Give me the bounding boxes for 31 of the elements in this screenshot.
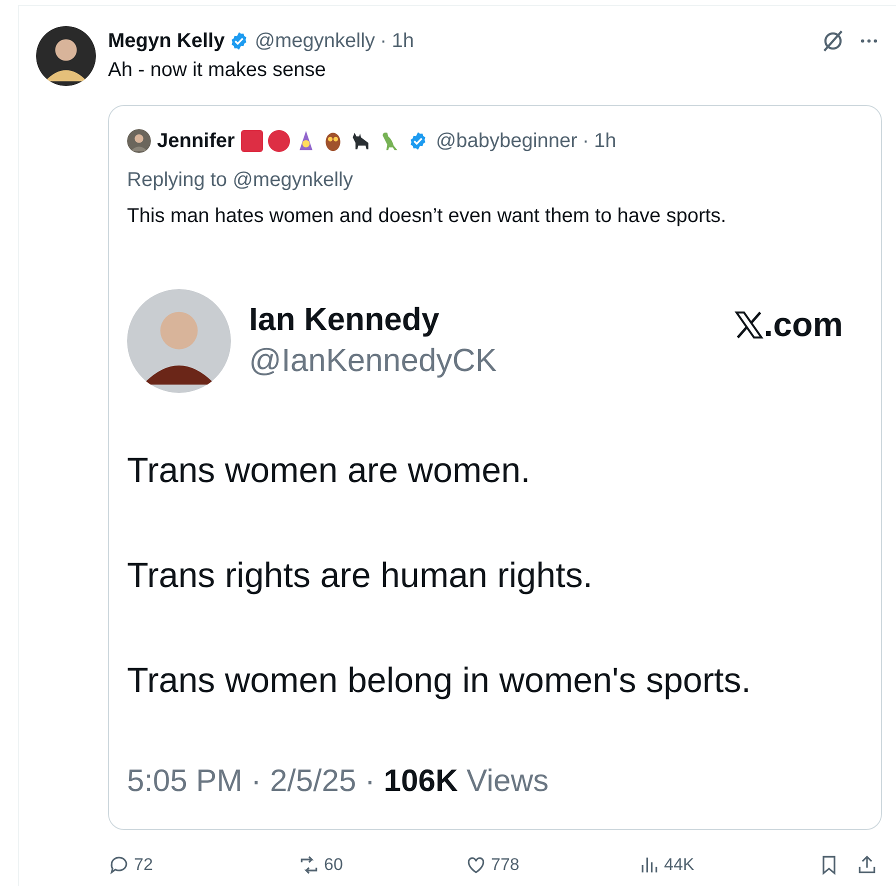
- avatar: [127, 129, 151, 153]
- quoted-post-card[interactable]: [108, 105, 882, 830]
- replying-to-text: Replying to @megynkelly: [127, 168, 354, 193]
- speech-bubble-icon: [108, 854, 130, 876]
- author-name[interactable]: Megyn Kelly: [108, 26, 225, 56]
- views-button[interactable]: 44K: [638, 852, 694, 878]
- statement-text: Trans rights are human rights.: [127, 556, 594, 596]
- author-name: Ian Kennedy: [249, 300, 440, 339]
- statement-text: Trans women belong in women's sports.: [127, 661, 752, 701]
- post-time[interactable]: 1h: [594, 126, 616, 156]
- post-time[interactable]: 1h: [392, 26, 414, 56]
- timestamp-text: 5:05 PM · 2/5/25 · 106K Views: [127, 762, 550, 800]
- site-label: .com: [764, 305, 843, 345]
- separator-dot: ·: [380, 29, 387, 54]
- author-handle: @IanKennedyCK: [249, 341, 497, 380]
- repost-icon: [298, 854, 320, 876]
- share-icon: [856, 854, 878, 876]
- quoted-post-text: This man hates women and doesn’t even want them to have sports.: [127, 204, 728, 229]
- reply-button[interactable]: 72: [108, 852, 153, 878]
- share-button[interactable]: [856, 854, 878, 876]
- author-name[interactable]: Jennifer: [157, 126, 235, 156]
- like-button[interactable]: 778: [465, 852, 520, 878]
- separator-dot: ·: [582, 129, 589, 154]
- repost-button[interactable]: 60: [298, 852, 343, 878]
- statement-text: Trans women are women.: [127, 451, 532, 491]
- author-handle[interactable]: @babybeginner: [436, 126, 578, 156]
- post-text: Ah - now it makes sense: [108, 58, 327, 83]
- square-icon: [240, 130, 263, 152]
- x-logo-icon: [734, 310, 764, 340]
- avatar: [36, 26, 96, 86]
- author-handle[interactable]: @megynkelly: [254, 26, 376, 56]
